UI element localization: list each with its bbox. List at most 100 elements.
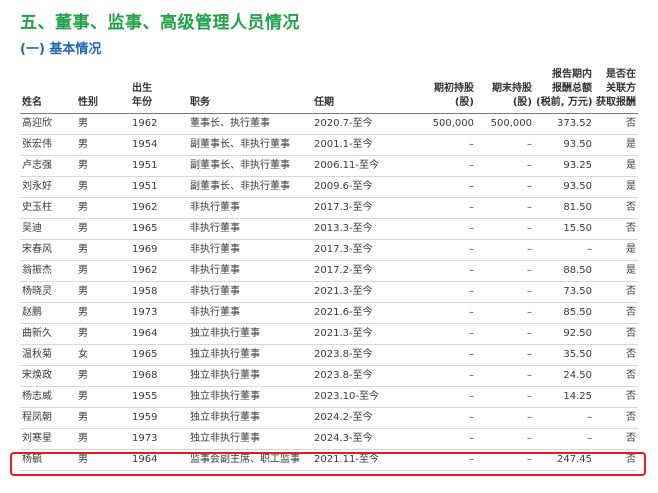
- header-birth-year: 出生 年份: [130, 60, 188, 114]
- cell-term: 2020.7-至今: [312, 113, 418, 135]
- cell-start-shares: –: [418, 260, 476, 282]
- cell-gender: 男: [76, 323, 130, 345]
- cell-name: 赵鹏: [20, 302, 76, 324]
- cell-name: 张宏伟: [20, 134, 76, 156]
- header-name: 姓名: [20, 60, 76, 114]
- cell-gender: 男: [76, 365, 130, 387]
- table-row: 史玉柱男 1962 非执行董事 2017.3-至今 – –81.50 否: [20, 197, 638, 219]
- cell-birth-year: 1959: [130, 407, 188, 429]
- cell-pay: 15.50: [534, 218, 594, 240]
- cell-position: 非执行董事: [188, 302, 312, 324]
- header-pay: 报告期内 报酬总额 (税前, 万元): [534, 60, 594, 114]
- cell-pay: 373.52: [534, 113, 594, 135]
- table-row: 吴迪男 1965 非执行董事 2013.3-至今 – –15.50 否: [20, 218, 638, 240]
- cell-term: 2021.3-至今: [312, 281, 418, 303]
- cell-term: 2024.3-至今: [312, 428, 418, 450]
- cell-end-shares: –: [476, 155, 534, 177]
- header-start-shares-line1: 期初持股: [434, 83, 474, 94]
- cell-position: 非执行董事: [188, 218, 312, 240]
- cell-birth-year: 1951: [130, 155, 188, 177]
- table-row: 张宏伟男 1954 副董事长、非执行董事 2001.1-至今 – –93.50 是: [20, 134, 638, 156]
- cell-start-shares: –: [418, 344, 476, 366]
- cell-gender: 男: [76, 407, 130, 429]
- cell-pay: 92.50: [534, 323, 594, 345]
- cell-start-shares: –: [418, 134, 476, 156]
- cell-related-party-pay: 否: [594, 407, 638, 429]
- header-related-line3: 获取报酬: [596, 97, 636, 108]
- cell-start-shares: –: [418, 386, 476, 408]
- cell-birth-year: 1962: [130, 113, 188, 135]
- cell-birth-year: 1969: [130, 239, 188, 261]
- cell-position: 副董事长、非执行董事: [188, 134, 312, 156]
- cell-related-party-pay: 否: [594, 218, 638, 240]
- cell-end-shares: –: [476, 197, 534, 219]
- header-start-shares: 期初持股 (股): [418, 60, 476, 114]
- header-end-shares-line2: (股): [512, 97, 532, 108]
- cell-end-shares: –: [476, 281, 534, 303]
- header-birth-line2: 年份: [132, 97, 152, 108]
- cell-name: 程凤朝: [20, 407, 76, 429]
- cell-related-party-pay: 是: [594, 176, 638, 198]
- cell-position: 副董事长、非执行董事: [188, 155, 312, 177]
- cell-related-party-pay: 否: [594, 323, 638, 345]
- cell-gender: 男: [76, 386, 130, 408]
- table-body: 高迎欣男 1962 董事长、执行董事 2020.7-至今 500,000 500,000 3…: [20, 113, 638, 471]
- cell-term: 2013.3-至今: [312, 218, 418, 240]
- cell-end-shares: –: [476, 407, 534, 429]
- cell-term: 2017.3-至今: [312, 197, 418, 219]
- table-row: 曲新久男 1964 独立非执行董事 2021.3-至今 – –92.50 否: [20, 323, 638, 345]
- cell-birth-year: 1951: [130, 176, 188, 198]
- header-related-party-pay: 是否在 关联方 获取报酬: [594, 60, 638, 114]
- cell-position: 独立非执行董事: [188, 323, 312, 345]
- subsection-title: (一) 基本情况: [20, 42, 102, 57]
- cell-name: 卢志强: [20, 155, 76, 177]
- cell-pay: 93.25: [534, 155, 594, 177]
- cell-name: 杨晓灵: [20, 281, 76, 303]
- cell-name: 刘寒星: [20, 428, 76, 450]
- cell-start-shares: –: [418, 365, 476, 387]
- cell-end-shares: –: [476, 302, 534, 324]
- cell-birth-year: 1965: [130, 218, 188, 240]
- header-position: 职务: [188, 60, 312, 114]
- cell-name: 刘永好: [20, 176, 76, 198]
- cell-birth-year: 1962: [130, 197, 188, 219]
- cell-start-shares: –: [418, 281, 476, 303]
- cell-term: 2017.3-至今: [312, 239, 418, 261]
- header-gender: 性别: [76, 60, 130, 114]
- cell-position: 非执行董事: [188, 197, 312, 219]
- cell-name: 温秋菊: [20, 344, 76, 366]
- cell-end-shares: –: [476, 323, 534, 345]
- cell-position: 独立非执行董事: [188, 407, 312, 429]
- cell-start-shares: –: [418, 302, 476, 324]
- cell-start-shares: –: [418, 218, 476, 240]
- cell-related-party-pay: 否: [594, 302, 638, 324]
- cell-pay: 93.50: [534, 134, 594, 156]
- cell-related-party-pay: 否: [594, 281, 638, 303]
- cell-related-party-pay: 否: [594, 365, 638, 387]
- cell-end-shares: –: [476, 365, 534, 387]
- cell-position: 非执行董事: [188, 281, 312, 303]
- cell-start-shares: –: [418, 239, 476, 261]
- cell-term: 2023.8-至今: [312, 344, 418, 366]
- cell-gender: 男: [76, 302, 130, 324]
- cell-pay: 93.50: [534, 176, 594, 198]
- cell-end-shares: –: [476, 428, 534, 450]
- cell-start-shares: –: [418, 407, 476, 429]
- cell-pay: 85.50: [534, 302, 594, 324]
- cell-gender: 男: [76, 239, 130, 261]
- cell-name: 曲新久: [20, 323, 76, 345]
- section-title: 五、董事、监事、高级管理人员情况: [20, 13, 300, 33]
- cell-position: 独立非执行董事: [188, 344, 312, 366]
- header-pay-line1: 报告期内: [552, 69, 592, 80]
- cell-related-party-pay: 是: [594, 155, 638, 177]
- table-row: 刘永好男 1951 副董事长、非执行董事 2009.6-至今 – –93.50 是: [20, 176, 638, 198]
- header-birth-line1: 出生: [132, 83, 152, 94]
- cell-start-shares: –: [418, 176, 476, 198]
- cell-gender: 男: [76, 428, 130, 450]
- cell-birth-year: 1962: [130, 260, 188, 282]
- cell-related-party-pay: 是: [594, 260, 638, 282]
- cell-pay: 73.50: [534, 281, 594, 303]
- cell-related-party-pay: 否: [594, 428, 638, 450]
- cell-end-shares: –: [476, 218, 534, 240]
- cell-end-shares: –: [476, 260, 534, 282]
